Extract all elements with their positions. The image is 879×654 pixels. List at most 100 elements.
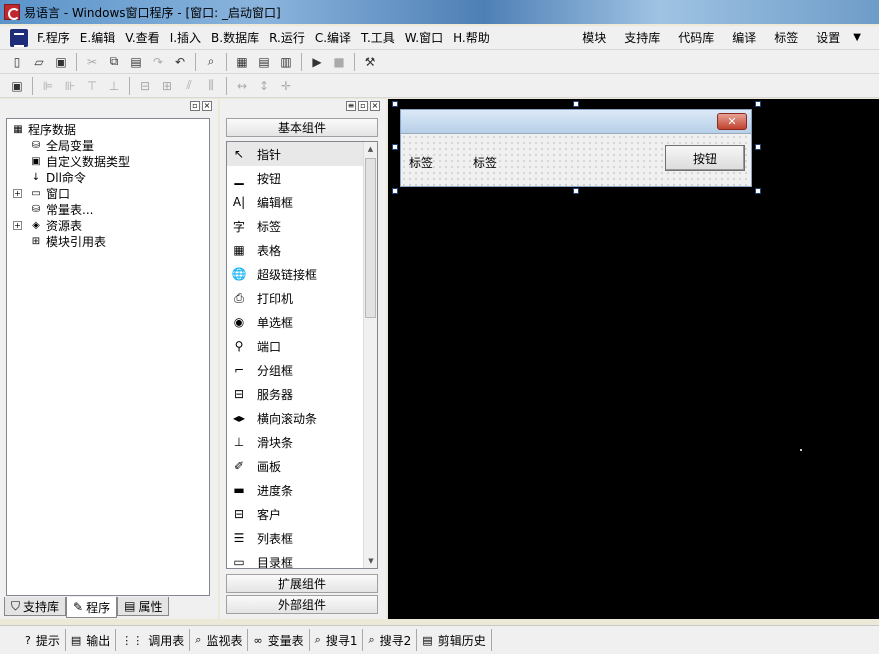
resize-handle[interactable] [392, 144, 398, 150]
scroll-up-icon[interactable]: ▲ [364, 142, 377, 156]
tree-node-module-refs[interactable]: ⊞ 模块引用表 [11, 233, 205, 249]
tab-clip-history[interactable]: ▤ 剪辑历史 [417, 629, 492, 651]
menu-program[interactable]: F.程序 [32, 29, 75, 46]
chevron-down-icon[interactable]: ▼ [849, 32, 879, 43]
menu-logo-icon[interactable] [10, 28, 28, 47]
tab-program[interactable]: ✎ 程序 [66, 597, 118, 618]
layout-split-icon[interactable]: ▤ [255, 53, 273, 71]
design-form[interactable]: ✕ 标签 标签 按钮 [400, 109, 752, 187]
component-hscroll[interactable]: ◂▸ 横向滚动条 [227, 406, 377, 430]
run-icon[interactable]: ▶ [308, 53, 326, 71]
scroll-thumb[interactable] [365, 158, 376, 318]
extended-components-button[interactable]: 扩展组件 [226, 574, 378, 593]
tree-node-window[interactable]: + ▭ 窗口 [11, 185, 205, 201]
form-designer[interactable]: ✕ 标签 标签 按钮 [388, 99, 879, 619]
tab-search-2[interactable]: ⌕ 搜寻2 [363, 629, 418, 651]
component-list-scrollbar[interactable]: ▲ ▼ [363, 142, 377, 568]
component-server[interactable]: ⊟ 服务器 [227, 382, 377, 406]
menu-insert[interactable]: I.插入 [165, 29, 206, 46]
component-listbox[interactable]: ☰ 列表框 [227, 526, 377, 550]
center-vertical-icon[interactable]: ↕ [255, 77, 273, 95]
resize-handle[interactable] [755, 188, 761, 194]
menu-tools[interactable]: T.工具 [356, 29, 400, 46]
restore-icon[interactable]: ▫ [190, 101, 200, 111]
same-height-icon[interactable]: ⊞ [158, 77, 176, 95]
center-both-icon[interactable]: ✛ [277, 77, 295, 95]
stop-icon[interactable]: ■ [330, 53, 348, 71]
component-groupbox[interactable]: ⌐ 分组框 [227, 358, 377, 382]
component-canvas[interactable]: ✐ 画板 [227, 454, 377, 478]
resize-handle[interactable] [573, 101, 579, 107]
menu-view[interactable]: V.查看 [120, 29, 164, 46]
align-top-icon[interactable]: ⊤ [83, 77, 101, 95]
component-button[interactable]: ▁ 按钮 [227, 166, 377, 190]
expand-icon[interactable]: + [13, 220, 22, 230]
space-horizontal-icon[interactable]: ⫽ [180, 77, 198, 95]
menu-support-lib[interactable]: 支持库 [615, 29, 669, 46]
resize-handle[interactable] [392, 188, 398, 194]
align-left-icon[interactable]: ⊫ [39, 77, 57, 95]
menu-window[interactable]: W.窗口 [400, 29, 448, 46]
menu-database[interactable]: B.数据库 [206, 29, 264, 46]
resize-handle[interactable] [755, 144, 761, 150]
menu-label[interactable]: 标签 [765, 29, 807, 46]
component-hyperlink[interactable]: 🌐 超级链接框 [227, 262, 377, 286]
scroll-down-icon[interactable]: ▼ [364, 554, 377, 568]
tree-node-global-vars[interactable]: ⛁ 全局变量 [11, 137, 205, 153]
space-vertical-icon[interactable]: ⫼ [202, 77, 220, 95]
tree-node-resources[interactable]: + ◈ 资源表 [11, 217, 205, 233]
resize-handle[interactable] [392, 101, 398, 107]
menu-help[interactable]: H.帮助 [448, 29, 495, 46]
form-button[interactable]: 按钮 [665, 145, 745, 171]
component-slider[interactable]: ⊥ 滑块条 [227, 430, 377, 454]
tab-variables[interactable]: ∞ 变量表 [248, 629, 310, 651]
menu-code-lib[interactable]: 代码库 [669, 29, 723, 46]
layout-window-icon[interactable]: ▦ [233, 53, 251, 71]
find-icon[interactable]: ⌕ [202, 53, 220, 71]
menu-icon[interactable]: ≡ [346, 101, 356, 111]
paste-icon[interactable]: ▤ [127, 53, 145, 71]
tab-output[interactable]: ▤ 输出 [66, 629, 117, 651]
menu-compile[interactable]: C.编译 [310, 29, 356, 46]
menu-compile-right[interactable]: 编译 [723, 29, 765, 46]
close-icon[interactable]: × [370, 101, 380, 111]
project-tree[interactable]: ▦ 程序数据 ⛁ 全局变量 ▣ 自定义数据类型 ↓ Dll命令 + ▭ 窗口 ⛁… [6, 118, 210, 596]
component-radio[interactable]: ◉ 单选框 [227, 310, 377, 334]
redo-icon[interactable]: ↷ [149, 53, 167, 71]
tab-search-1[interactable]: ⌕ 搜寻1 [310, 629, 364, 651]
tree-node-constants[interactable]: ⛁ 常量表... [11, 201, 205, 217]
resize-handle[interactable] [755, 101, 761, 107]
menu-edit[interactable]: E.编辑 [75, 29, 120, 46]
menu-module[interactable]: 模块 [573, 29, 615, 46]
component-grid[interactable]: ▦ 表格 [227, 238, 377, 262]
tab-call-table[interactable]: ⋮⋮ 调用表 [116, 629, 191, 651]
form-label-1[interactable]: 标签 [409, 154, 433, 171]
tab-properties[interactable]: ▤ 属性 [117, 597, 170, 616]
save-icon[interactable]: ▣ [52, 53, 70, 71]
component-client[interactable]: ⊟ 客户 [227, 502, 377, 526]
tree-node-dll[interactable]: ↓ Dll命令 [11, 169, 205, 185]
layout-grid-icon[interactable]: ▥ [277, 53, 295, 71]
same-width-icon[interactable]: ⊟ [136, 77, 154, 95]
component-dirbox[interactable]: ▭ 目录框 [227, 550, 377, 568]
expand-icon[interactable]: + [13, 188, 22, 198]
component-label[interactable]: 字 标签 [227, 214, 377, 238]
component-progressbar[interactable]: ▬ 进度条 [227, 478, 377, 502]
component-pointer[interactable]: ↖ 指针 [227, 142, 377, 166]
component-editbox[interactable]: A| 编辑框 [227, 190, 377, 214]
cut-icon[interactable]: ✂ [83, 53, 101, 71]
menu-run[interactable]: R.运行 [264, 29, 310, 46]
tree-root[interactable]: ▦ 程序数据 [11, 121, 205, 137]
tree-node-custom-types[interactable]: ▣ 自定义数据类型 [11, 153, 205, 169]
undo-icon[interactable]: ↶ [171, 53, 189, 71]
tab-hint[interactable]: ? 提示 [20, 629, 66, 651]
debug-icon[interactable]: ⚒ [361, 53, 379, 71]
copy-icon[interactable]: ⧉ [105, 53, 123, 71]
tab-watch[interactable]: ⌕ 监视表 [190, 629, 249, 651]
open-folder-icon[interactable]: ▱ [30, 53, 48, 71]
restore-icon[interactable]: ▫ [358, 101, 368, 111]
form-icon[interactable]: ▣ [8, 77, 26, 95]
center-horizontal-icon[interactable]: ↔ [233, 77, 251, 95]
close-icon[interactable]: × [202, 101, 212, 111]
align-center-icon[interactable]: ⊪ [61, 77, 79, 95]
